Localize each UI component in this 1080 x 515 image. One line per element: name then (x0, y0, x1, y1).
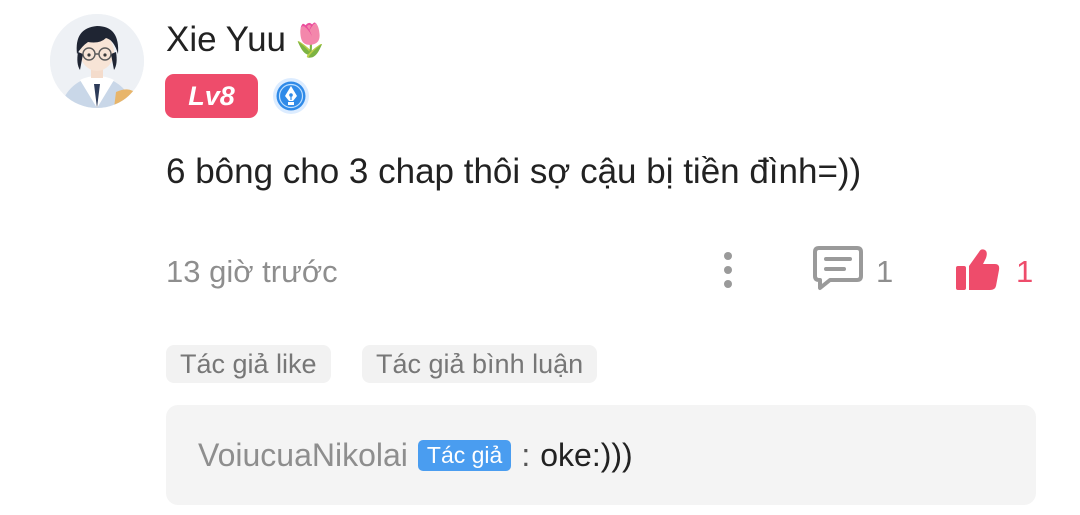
reply-author[interactable]: VoiucuaNikolai (198, 435, 408, 475)
author-like-tag: Tác giả like (166, 345, 331, 383)
username-text: Xie Yuu (166, 20, 287, 59)
reply-preview[interactable]: VoiucuaNikolai Tác giả : oke:))) (166, 405, 1036, 505)
author-reply-tag: Tác giả bình luận (362, 345, 598, 383)
comment-text: 6 bông cho 3 chap thôi sợ cậu bị tiền đì… (166, 152, 862, 191)
author-badge: Tác giả (417, 439, 512, 471)
reply-separator: : (521, 437, 531, 473)
avatar[interactable] (50, 14, 144, 108)
tulip-emoji-icon: 🌷 (290, 21, 330, 59)
username[interactable]: Xie Yuu 🌷 (166, 18, 330, 62)
like-count: 1 (1016, 254, 1034, 289)
reply-line: VoiucuaNikolai Tác giả : oke:))) (198, 435, 633, 475)
level-badge: Lv8 (165, 74, 258, 118)
comment-icon[interactable] (812, 244, 864, 292)
reply-count: 1 (876, 254, 894, 289)
more-vertical-icon[interactable] (716, 248, 740, 292)
comment-timestamp: 13 giờ trước (166, 254, 338, 289)
reply-text: oke:))) (540, 437, 633, 473)
level-badge-text: Lv8 (188, 80, 235, 111)
pen-badge-icon (272, 77, 310, 115)
thumbs-up-icon[interactable] (952, 244, 1004, 294)
